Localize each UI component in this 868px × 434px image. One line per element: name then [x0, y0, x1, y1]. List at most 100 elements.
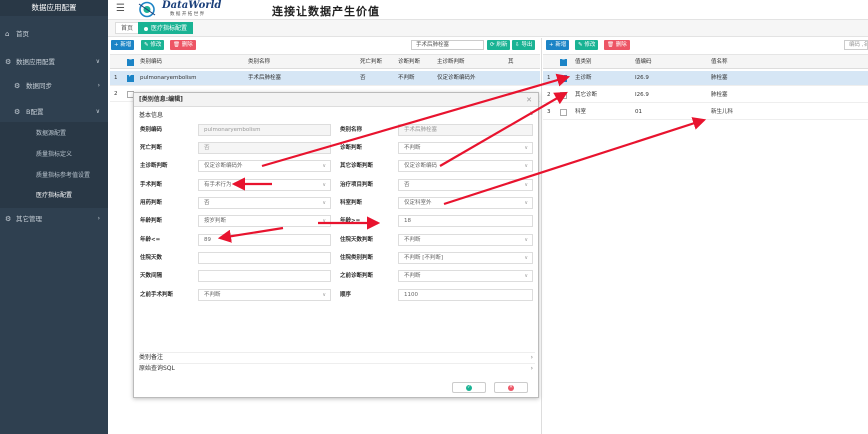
- prev-surgery-select[interactable]: 不判断 ∨: [198, 289, 331, 301]
- main-diag-select[interactable]: 仅定诊断编码外 ∨: [198, 160, 331, 172]
- add-value-button[interactable]: + 新增: [546, 40, 570, 50]
- table-row[interactable]: 3 科室 01 新生儿科: [543, 105, 868, 120]
- field-label: 治疗项目判断: [340, 182, 374, 188]
- select-value: 不判断: [404, 145, 421, 151]
- column-header[interactable]: 主诊断判断: [437, 55, 465, 69]
- category-search-input[interactable]: 手术后肺栓塞: [411, 40, 484, 50]
- cancel-button[interactable]: ✕: [494, 382, 528, 393]
- drug-select[interactable]: 否 ∨: [198, 197, 331, 209]
- chevron-down-icon: ∨: [524, 182, 528, 188]
- column-header[interactable]: 诊断判断: [398, 55, 420, 69]
- top-header: ☰ DataWorld 数 据 开 拓 世 界 连接让数据产生价值: [108, 0, 868, 20]
- select-all-checkbox[interactable]: [560, 56, 567, 66]
- gear-icon: ⚙: [5, 215, 12, 223]
- column-header[interactable]: 死亡判断: [360, 55, 382, 69]
- tab-home[interactable]: 首页: [115, 22, 140, 34]
- row-number: 1: [547, 75, 551, 81]
- cell-code: I26.9: [635, 75, 649, 81]
- other-diag-select[interactable]: 仅定诊断编码 ∨: [398, 160, 533, 172]
- gear-icon: ⚙: [5, 58, 12, 66]
- value-search-input[interactable]: 编码 ,名: [844, 40, 868, 50]
- sidebar-item-label: 数据同步: [26, 82, 52, 90]
- chevron-down-icon[interactable]: ∨: [530, 110, 534, 117]
- column-header[interactable]: 其: [508, 55, 514, 69]
- sidebar-subitem-datasource[interactable]: 数据源配置: [0, 128, 108, 140]
- age-min-input[interactable]: 18: [398, 215, 533, 227]
- select-value: 不判断: [204, 292, 221, 298]
- category-name-field[interactable]: 手术后肺栓塞: [398, 124, 533, 136]
- column-header[interactable]: 类别名称: [248, 55, 270, 69]
- surgery-select[interactable]: 有手术行为 ∨: [198, 179, 331, 191]
- sidebar-subitem-quality-def[interactable]: 质量指标定义: [0, 149, 108, 161]
- select-value: 否: [404, 182, 410, 188]
- table-row[interactable]: 1 pulmonaryembolism 手术后肺栓塞 否 不判断 仅定诊断编码外: [110, 71, 540, 86]
- select-value: 按岁判断: [204, 218, 227, 224]
- column-header[interactable]: 值名称: [711, 55, 728, 69]
- field-label: 年龄>=: [340, 218, 361, 224]
- edit-category-button[interactable]: ✎ 修改: [141, 40, 165, 50]
- order-input[interactable]: 1100: [398, 289, 533, 301]
- chevron-right-icon: ›: [97, 82, 100, 89]
- sidebar-item-other[interactable]: ⚙ 其它管理 ›: [0, 213, 108, 225]
- sidebar-subitem-quality-ref[interactable]: 质量指标参考值设置: [0, 170, 108, 182]
- chevron-right-icon: ›: [530, 354, 533, 361]
- dept-select[interactable]: 仅定科室外 ∨: [398, 197, 533, 209]
- section-label: 原始查询SQL: [139, 365, 175, 372]
- sidebar: 数据应用配置 ⌂ 首页 ⚙ 数据应用配置 ∨ ⚙ 数据同步 › ⚙ B配置 ∨ …: [0, 0, 108, 434]
- delete-value-button[interactable]: 🗑 删除: [604, 40, 630, 50]
- chevron-down-icon: ∨: [322, 163, 326, 169]
- row-checkbox[interactable]: [560, 72, 567, 82]
- sidebar-item-data-config[interactable]: ⚙ 数据应用配置 ∨: [0, 56, 108, 68]
- sidebar-subitem-medical-indicator[interactable]: 医疗指标配置: [0, 190, 108, 202]
- treatment-select[interactable]: 否 ∨: [398, 179, 533, 191]
- stay-select[interactable]: 不判断 ∨: [398, 234, 533, 246]
- table-header: 值类别 值编码 值名称: [543, 54, 868, 69]
- column-header[interactable]: 类别编码: [140, 55, 162, 69]
- column-header[interactable]: 值编码: [635, 55, 652, 69]
- table-row[interactable]: 1 主诊断 I26.9 肺栓塞: [543, 71, 868, 86]
- cell-type: 科室: [575, 109, 587, 115]
- age-select[interactable]: 按岁判断 ∨: [198, 215, 331, 227]
- field-label: 科室判断: [340, 200, 363, 206]
- tab-medical-indicator[interactable]: 医疗指标配置: [138, 22, 194, 34]
- close-icon[interactable]: ✕: [526, 93, 532, 107]
- category-code-field[interactable]: pulmonaryembolism: [198, 124, 331, 136]
- row-checkbox[interactable]: [560, 92, 567, 99]
- select-value: 不判断: [404, 237, 421, 243]
- select-all-checkbox[interactable]: [127, 56, 134, 66]
- sql-section[interactable]: 原始查询SQL ›: [139, 363, 535, 373]
- row-checkbox[interactable]: [127, 72, 134, 82]
- section-label: 类别备注: [139, 354, 164, 361]
- confirm-button[interactable]: ✓: [452, 382, 486, 393]
- refresh-button[interactable]: ⟳ 刷新: [487, 40, 511, 50]
- chevron-down-icon: ∨: [322, 218, 326, 224]
- sidebar-item-sync[interactable]: ⚙ 数据同步 ›: [0, 80, 108, 92]
- cell-code: pulmonaryembolism: [140, 75, 197, 81]
- stay-category-select[interactable]: 不判断 [不判断] ∨: [398, 252, 533, 264]
- edit-value-button[interactable]: ✎ 修改: [575, 40, 599, 50]
- remark-section[interactable]: 类别备注 ›: [139, 352, 535, 362]
- interval-input[interactable]: [198, 270, 331, 282]
- field-label: 用药判断: [140, 200, 163, 206]
- diag-select[interactable]: 不判断 ∨: [398, 142, 533, 154]
- prev-diag-select[interactable]: 不判断 ∨: [398, 270, 533, 282]
- death-select[interactable]: 否: [198, 142, 331, 154]
- chevron-down-icon: ∨: [524, 273, 528, 279]
- export-button[interactable]: ⇩ 导出: [512, 40, 536, 50]
- add-category-button[interactable]: + 新增: [111, 40, 135, 50]
- cell-diag: 不判断: [398, 75, 415, 81]
- column-header[interactable]: 值类别: [575, 55, 592, 69]
- cell-name: 新生儿科: [711, 109, 734, 115]
- age-max-input[interactable]: 89: [198, 234, 331, 246]
- table-row[interactable]: 2 其它诊断 I26.9 肺栓塞: [543, 88, 868, 103]
- row-checkbox[interactable]: [560, 109, 567, 116]
- sidebar-item-b-config[interactable]: ⚙ B配置 ∨: [0, 106, 108, 118]
- stay-days-input[interactable]: [198, 252, 331, 264]
- field-label: 住院类别判断: [340, 255, 374, 261]
- sidebar-item-home[interactable]: ⌂ 首页: [0, 28, 108, 40]
- cell-death: 否: [360, 75, 366, 81]
- field-label: 类别名称: [340, 127, 363, 133]
- delete-category-button[interactable]: 🗑 删除: [170, 40, 196, 50]
- menu-toggle-icon[interactable]: ☰: [116, 3, 125, 14]
- select-value: 不判断: [404, 273, 421, 279]
